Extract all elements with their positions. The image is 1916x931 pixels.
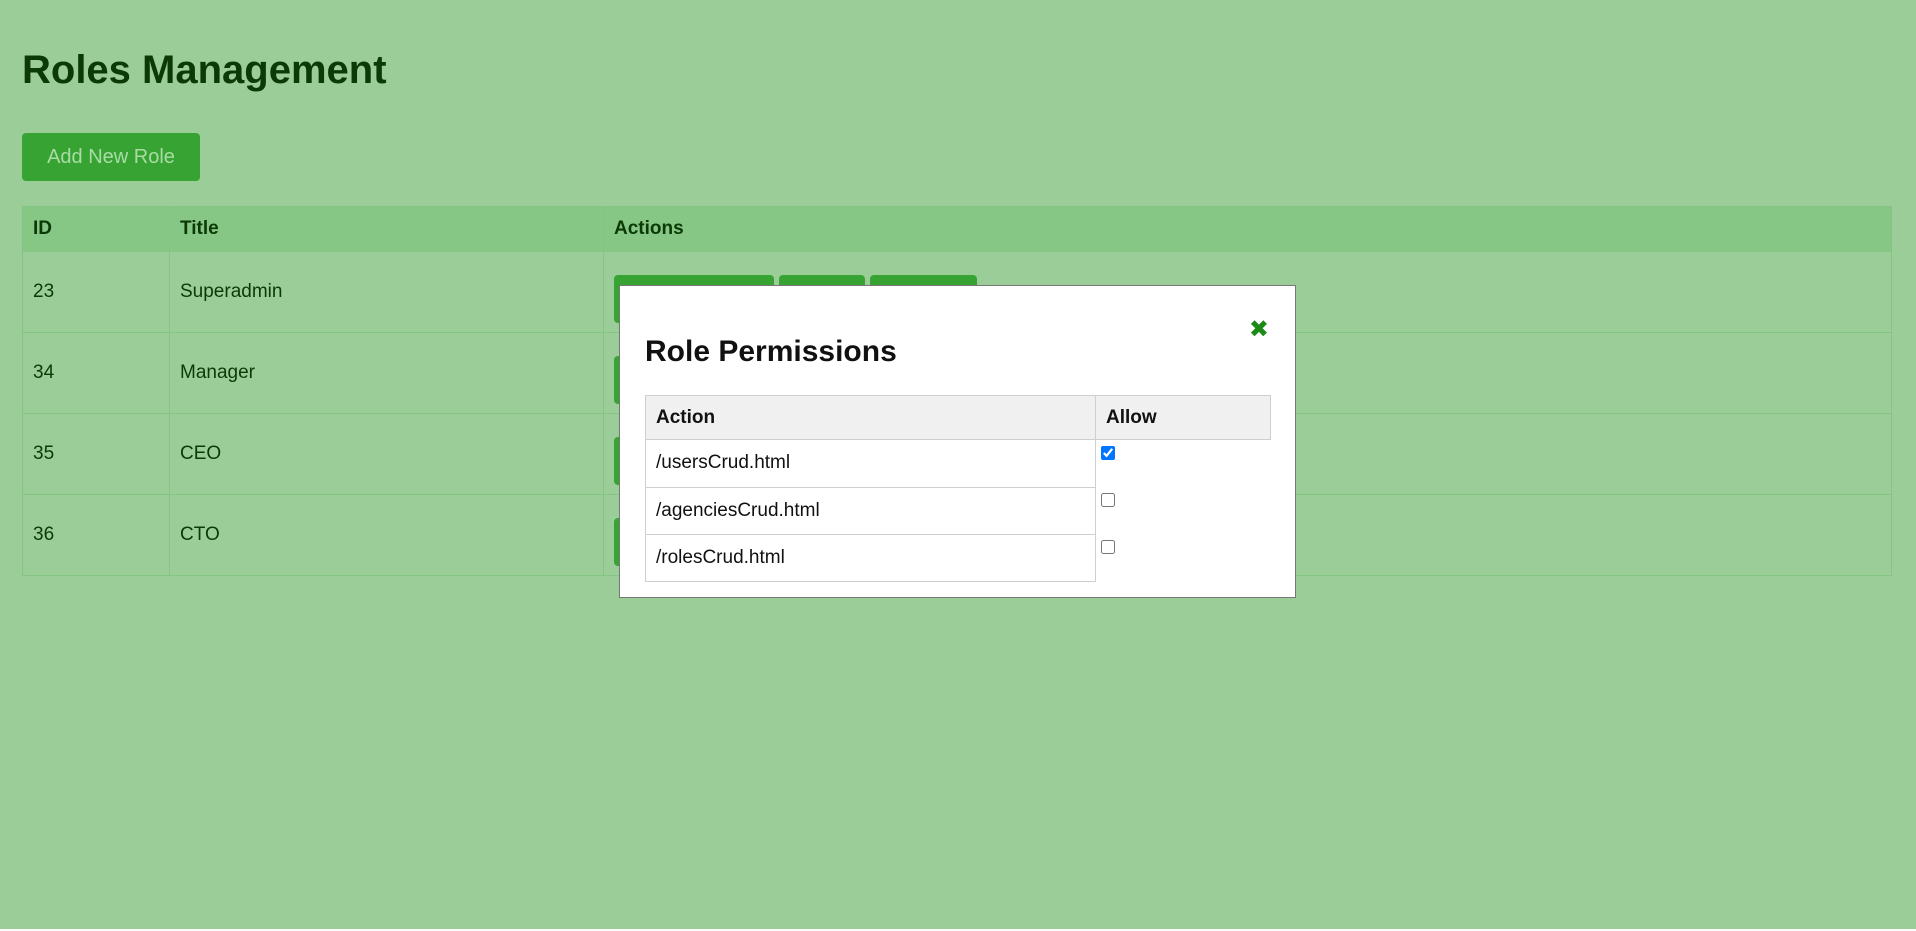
- allow-checkbox[interactable]: [1101, 540, 1115, 554]
- permission-allow-cell: [1096, 487, 1271, 534]
- permission-action: /usersCrud.html: [645, 439, 1096, 488]
- column-header-action: Action: [645, 395, 1096, 440]
- role-permissions-modal: ✖ Role Permissions Action Allow /usersCr…: [619, 285, 1296, 598]
- role-id: 23: [22, 251, 170, 333]
- role-title: Manager: [169, 332, 604, 414]
- permissions-header-row: Action Allow: [645, 395, 1271, 440]
- page-title: Roles Management: [22, 48, 387, 92]
- role-id: 34: [22, 332, 170, 414]
- column-header-actions: Actions: [603, 206, 1892, 252]
- permission-allow-cell: [1096, 440, 1271, 488]
- column-header-id: ID: [22, 206, 170, 252]
- permission-row: /agenciesCrud.html: [645, 486, 1271, 535]
- permission-row: /rolesCrud.html: [645, 533, 1271, 582]
- permission-action: /rolesCrud.html: [645, 533, 1096, 582]
- role-title: Superadmin: [169, 251, 604, 333]
- permissions-table: Action Allow /usersCrud.html /agenciesCr…: [645, 395, 1271, 582]
- role-title: CEO: [169, 413, 604, 495]
- close-icon[interactable]: ✖: [1249, 318, 1269, 342]
- page-background: Roles Management Add New Role ID Title A…: [0, 0, 1916, 929]
- role-id: 35: [22, 413, 170, 495]
- allow-checkbox[interactable]: [1101, 446, 1115, 460]
- permission-row: /usersCrud.html: [645, 439, 1271, 488]
- permission-allow-cell: [1096, 534, 1271, 581]
- column-header-title: Title: [169, 206, 604, 252]
- modal-title: Role Permissions: [645, 335, 897, 368]
- column-header-allow: Allow: [1095, 395, 1271, 440]
- add-new-role-button[interactable]: Add New Role: [22, 133, 200, 181]
- role-id: 36: [22, 494, 170, 576]
- roles-table-header-row: ID Title Actions: [22, 206, 1892, 252]
- role-title: CTO: [169, 494, 604, 576]
- permission-action: /agenciesCrud.html: [645, 486, 1096, 535]
- allow-checkbox[interactable]: [1101, 493, 1115, 507]
